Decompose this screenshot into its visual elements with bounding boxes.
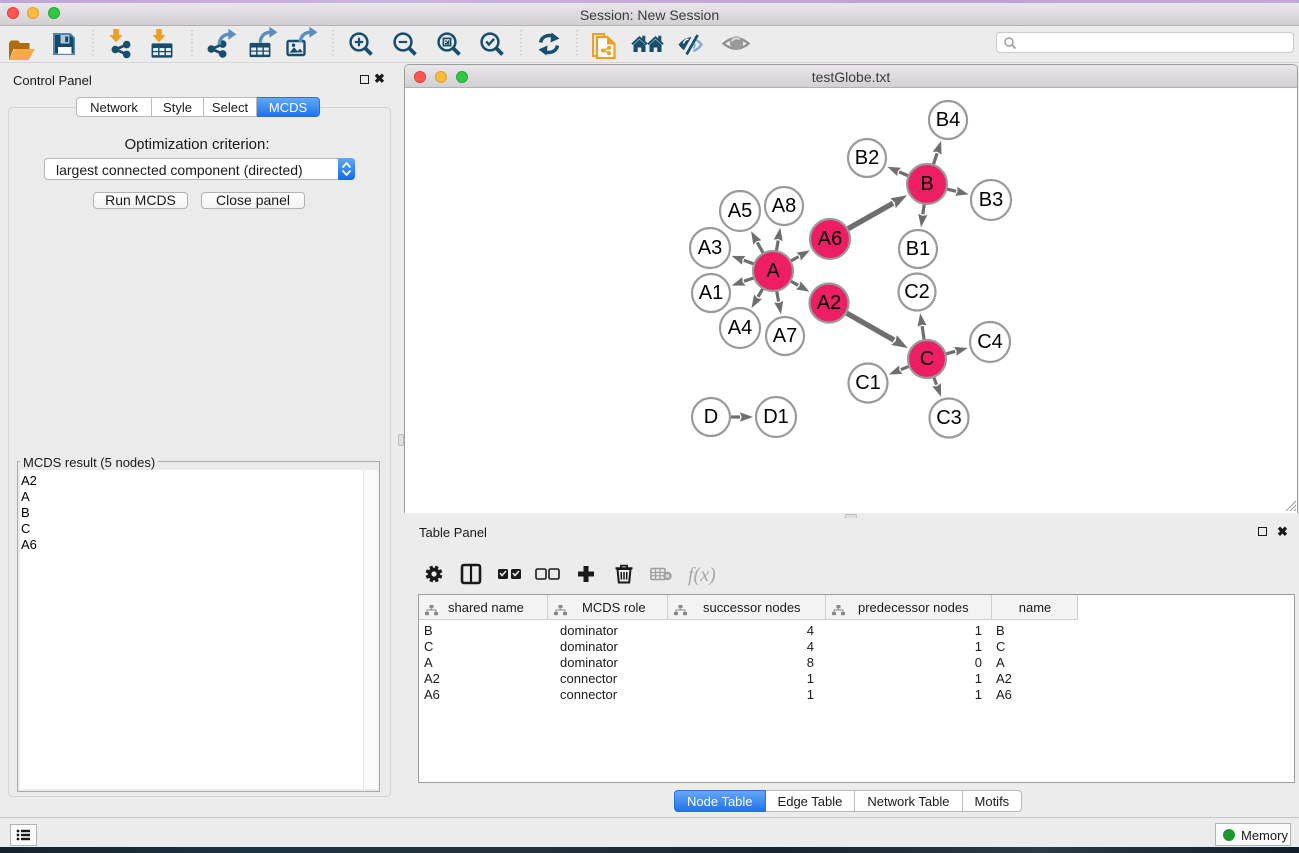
svg-text:A1: A1 <box>699 282 723 304</box>
svg-text:B2: B2 <box>855 147 879 169</box>
svg-text:A2: A2 <box>817 292 841 314</box>
svg-text:B1: B1 <box>906 238 930 260</box>
svg-text:B: B <box>920 173 933 195</box>
svg-text:A3: A3 <box>698 237 722 259</box>
svg-text:D1: D1 <box>763 406 789 428</box>
svg-text:C1: C1 <box>855 372 881 394</box>
svg-text:B4: B4 <box>936 109 960 131</box>
svg-text:D: D <box>704 406 718 428</box>
svg-text:A6: A6 <box>818 228 842 250</box>
svg-text:C: C <box>920 348 934 370</box>
svg-text:C3: C3 <box>936 407 962 429</box>
svg-text:A7: A7 <box>773 325 797 347</box>
svg-text:A: A <box>766 260 780 282</box>
svg-text:C4: C4 <box>977 331 1003 353</box>
svg-text:f(x): f(x) <box>688 564 716 586</box>
svg-text:C2: C2 <box>904 281 930 303</box>
svg-text:A8: A8 <box>772 195 796 217</box>
svg-text:A4: A4 <box>728 317 752 339</box>
svg-text:B3: B3 <box>979 189 1003 211</box>
svg-text:A5: A5 <box>728 200 752 222</box>
